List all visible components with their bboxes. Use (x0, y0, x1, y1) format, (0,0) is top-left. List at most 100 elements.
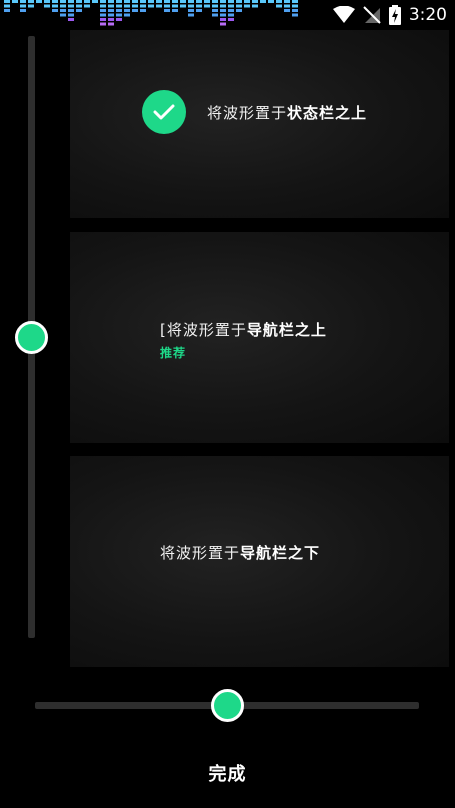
visualizer-bar (100, 22, 106, 26)
visualizer-bar (228, 4, 234, 8)
visualizer-bar (92, 0, 98, 3)
visualizer-bar (236, 9, 242, 12)
visualizer-bar (228, 9, 234, 12)
visualizer-bar (52, 0, 58, 3)
visualizer-bar (100, 0, 106, 3)
visualizer-bar (68, 9, 74, 12)
visualizer-bar (188, 4, 194, 8)
visualizer-bar (196, 0, 202, 3)
visualizer-bar (76, 9, 82, 12)
visualizer-bar (148, 0, 154, 3)
visualizer-bar (180, 0, 186, 3)
visualizer-bar (148, 4, 154, 8)
visualizer-bar (228, 0, 234, 3)
status-icons: 3:20 (332, 4, 447, 26)
visualizer-bar (188, 13, 194, 17)
visualizer-bar (140, 9, 146, 12)
visualizer-bar (196, 4, 202, 8)
option-label: [将波形置于导航栏之上 (160, 321, 327, 339)
visualizer-bar (52, 4, 58, 8)
visualizer-bar (292, 9, 298, 12)
visualizer-bar (20, 0, 26, 3)
visualizer-bar (108, 22, 114, 26)
visualizer-bar (124, 13, 130, 17)
visualizer-bar (220, 18, 226, 21)
visualizer-bar (68, 18, 74, 21)
visualizer-bar (212, 9, 218, 12)
visualizer-bar (4, 0, 10, 3)
visualizer-bar (284, 9, 290, 12)
visualizer-bar (204, 0, 210, 3)
option-card-above-status-bar[interactable]: 将波形置于状态栏之上 (70, 30, 449, 218)
visualizer-bar (28, 0, 34, 3)
visualizer-bar (172, 4, 178, 8)
visualizer-bar (228, 18, 234, 21)
option-label: 将波形置于状态栏之上 (207, 103, 368, 122)
visualizer-bar (116, 18, 122, 21)
visualizer-bar (68, 4, 74, 8)
visualizer-bar (244, 4, 250, 8)
visualizer-bar (228, 13, 234, 17)
visualizer-bar (60, 13, 66, 17)
visualizer-bar (236, 0, 242, 3)
visualizer-bar (84, 4, 90, 8)
visualizer-bar (220, 9, 226, 12)
visualizer-bar (188, 0, 194, 3)
visualizer-bar (140, 0, 146, 3)
visualizer-bar (164, 9, 170, 12)
visualizer-bar (108, 4, 114, 8)
visualizer-bar (60, 9, 66, 12)
visualizer-bar (68, 13, 74, 17)
no-signal-icon (363, 6, 381, 24)
visualizer-bar (132, 0, 138, 3)
battery-charging-icon (388, 5, 401, 25)
visualizer-bar (292, 4, 298, 8)
visualizer-bar (140, 4, 146, 8)
visualizer-bar (100, 9, 106, 12)
visualizer-bar (76, 0, 82, 3)
visualizer-bar (108, 18, 114, 21)
visualizer-bar (156, 0, 162, 3)
visualizer-bar (244, 0, 250, 3)
visualizer-bar (84, 0, 90, 3)
visualizer-bar (188, 9, 194, 12)
visualizer-bar (4, 4, 10, 8)
visualizer-bar (172, 9, 178, 12)
visualizer-bar (284, 4, 290, 8)
option-card-below-nav-bar[interactable]: 将波形置于导航栏之下 (70, 456, 449, 667)
visualizer-bar (68, 0, 74, 3)
status-bar: 3:20 (0, 0, 455, 32)
visualizer-bar (284, 0, 290, 3)
visualizer-bar (52, 9, 58, 12)
visualizer-bar (12, 0, 18, 3)
option-card-above-nav-bar[interactable]: [将波形置于导航栏之上 推荐 (70, 232, 449, 443)
visualizer-bar (60, 0, 66, 3)
visualizer-bar (44, 4, 50, 8)
visualizer-bar (116, 4, 122, 8)
visualizer-bar (28, 4, 34, 8)
visualizer-bar (276, 4, 282, 8)
visualizer-bar (108, 0, 114, 3)
visualizer-bar (116, 0, 122, 3)
visualizer-bar (100, 13, 106, 17)
visualizer-bar (204, 4, 210, 8)
visualizer-bar (124, 4, 130, 8)
horizontal-slider-thumb[interactable] (211, 689, 244, 722)
done-button[interactable]: 完成 (0, 760, 455, 786)
visualizer-bar (276, 0, 282, 3)
visualizer-bar (100, 4, 106, 8)
visualizer-bar (268, 0, 274, 3)
recommended-badge: 推荐 (160, 346, 187, 360)
vertical-slider-thumb[interactable] (15, 321, 48, 354)
visualizer-bar (212, 13, 218, 17)
visualizer-bar (116, 9, 122, 12)
visualizer-bar (220, 13, 226, 17)
visualizer-bar (172, 0, 178, 3)
visualizer-bar (212, 0, 218, 3)
visualizer-bar (108, 9, 114, 12)
visualizer-bar (252, 4, 258, 8)
visualizer-bar (164, 0, 170, 3)
visualizer-bar (132, 9, 138, 12)
visualizer-bar (292, 0, 298, 3)
visualizer-bar (260, 0, 266, 3)
